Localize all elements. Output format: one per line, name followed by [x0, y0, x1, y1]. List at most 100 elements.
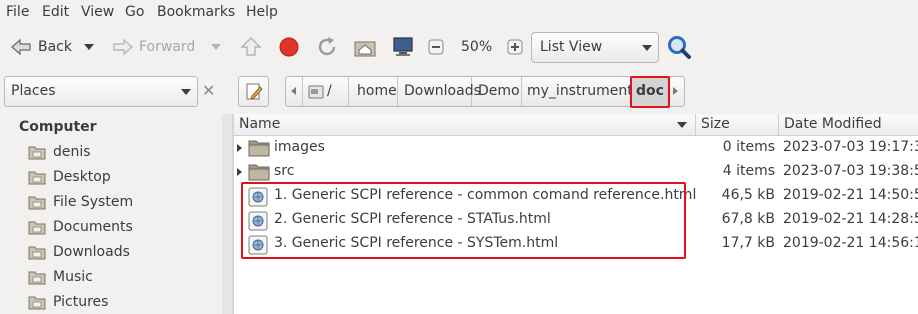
home-button[interactable] — [353, 26, 377, 68]
sidebar-mode-value: Places — [11, 83, 56, 99]
file-name: src — [274, 163, 295, 179]
sidebar-item-pictures[interactable]: Pictures — [28, 291, 108, 313]
breadcrumb-doc[interactable]: doc — [632, 77, 668, 106]
sidebar: Computer denis Desktop File System Document… — [0, 114, 232, 314]
zoom-in-icon — [507, 39, 523, 55]
drive-icon — [28, 196, 46, 210]
file-name: images — [274, 139, 325, 155]
chevron-down-icon — [211, 44, 221, 50]
folder-icon — [248, 140, 270, 157]
file-size: 4 items — [722, 163, 775, 179]
file-date: 2019-02-21 14:56:11 — [783, 235, 918, 251]
file-name: 2. Generic SCPI reference - STATus.html — [274, 211, 551, 227]
column-header-name[interactable]: Name — [234, 114, 696, 136]
column-header-size[interactable]: Size — [696, 114, 779, 136]
sidebar-item-music[interactable]: Music — [28, 266, 93, 288]
back-arrow-icon — [11, 38, 31, 56]
menu-go[interactable]: Go — [125, 4, 144, 20]
pictures-folder-icon — [28, 296, 46, 310]
file-size: 46,5 kB — [721, 187, 775, 203]
sort-descending-icon — [677, 122, 687, 128]
html-file-icon — [248, 211, 268, 231]
file-date: 2023-07-03 19:17:30 — [783, 139, 918, 155]
chevron-down-icon — [642, 45, 652, 51]
toggle-location-entry-button[interactable] — [238, 76, 269, 107]
home-folder-icon — [28, 146, 46, 160]
sidebar-item-label: File System — [53, 194, 134, 210]
stop-button[interactable] — [278, 26, 300, 68]
menubar: File Edit View Go Bookmarks Help — [0, 0, 918, 26]
menu-file[interactable]: File — [6, 4, 29, 20]
menu-view[interactable]: View — [81, 4, 114, 20]
menu-help[interactable]: Help — [246, 4, 278, 20]
file-name: 1. Generic SCPI reference - common coman… — [274, 187, 697, 203]
sidebar-item-label: Downloads — [53, 244, 130, 260]
breadcrumb-home[interactable]: home — [349, 77, 398, 106]
search-button[interactable] — [666, 26, 692, 68]
sidebar-item-label: denis — [53, 144, 91, 160]
zoom-out-button[interactable] — [428, 26, 444, 68]
column-header-date[interactable]: Date Modified — [779, 114, 918, 136]
downloads-folder-icon — [28, 246, 46, 260]
file-size: 0 items — [722, 139, 775, 155]
file-size: 67,8 kB — [721, 211, 775, 227]
table-row[interactable]: 3. Generic SCPI reference - SYSTem.html 1… — [234, 232, 918, 256]
file-name: 3. Generic SCPI reference - SYSTem.html — [274, 235, 559, 251]
edit-pencil-icon — [246, 83, 263, 100]
sidebar-item-documents[interactable]: Documents — [28, 216, 133, 238]
file-date: 2019-02-21 14:50:56 — [783, 187, 918, 203]
table-row[interactable]: 1. Generic SCPI reference - common coman… — [234, 184, 918, 208]
table-row[interactable]: images 0 items 2023-07-03 19:17:30 — [234, 136, 918, 160]
reload-button[interactable] — [315, 26, 339, 68]
chevron-down-icon — [84, 44, 94, 50]
chevron-down-icon — [181, 89, 191, 95]
sidebar-heading-computer: Computer — [19, 119, 97, 135]
expand-arrow-icon[interactable] — [237, 168, 242, 176]
sidebar-item-label: Desktop — [53, 169, 111, 185]
sidebar-item-label: Documents — [53, 219, 133, 235]
table-row[interactable]: src 4 items 2023-07-03 19:38:58 — [234, 160, 918, 184]
documents-folder-icon — [28, 221, 46, 235]
expand-arrow-icon[interactable] — [237, 144, 242, 152]
breadcrumb-my-instrument[interactable]: my_instrument — [522, 77, 633, 106]
file-date: 2023-07-03 19:38:58 — [783, 163, 918, 179]
reload-icon — [318, 37, 336, 56]
breadcrumb-scroll-right[interactable] — [668, 77, 684, 106]
sidebar-item-label: Pictures — [53, 294, 109, 310]
back-button[interactable]: Back — [8, 26, 72, 68]
menu-bookmarks[interactable]: Bookmarks — [157, 4, 235, 20]
sidebar-item-downloads[interactable]: Downloads — [28, 241, 130, 263]
breadcrumb-root[interactable]: / — [303, 77, 349, 106]
sidebar-item-label: Music — [53, 269, 93, 285]
sidebar-item-desktop[interactable]: Desktop — [28, 166, 111, 188]
toolbar: Back Forward 50% — [0, 26, 918, 68]
back-history-dropdown[interactable] — [84, 26, 94, 68]
search-icon — [668, 36, 691, 59]
music-folder-icon — [28, 271, 46, 285]
sidebar-mode-select[interactable]: Places — [4, 76, 198, 107]
folder-icon — [248, 164, 270, 181]
up-button[interactable] — [239, 26, 263, 68]
zoom-in-button[interactable] — [507, 26, 523, 68]
forward-history-dropdown[interactable] — [211, 26, 221, 68]
html-file-icon — [248, 235, 268, 255]
breadcrumb-demo[interactable]: Demo — [472, 77, 522, 106]
sidebar-scrollbar[interactable] — [222, 114, 232, 314]
sidebar-item-file-system[interactable]: File System — [28, 191, 133, 213]
close-sidebar-icon[interactable]: ✕ — [202, 82, 215, 100]
view-mode-value: List View — [540, 39, 603, 55]
drive-icon — [308, 85, 324, 99]
forward-button[interactable]: Forward — [110, 26, 195, 68]
html-file-icon — [248, 187, 268, 207]
computer-button[interactable] — [391, 26, 415, 68]
breadcrumb-downloads[interactable]: Downloads — [398, 77, 481, 106]
stop-icon — [279, 37, 299, 57]
zoom-out-icon — [428, 39, 444, 55]
sidebar-item-denis[interactable]: denis — [28, 141, 91, 163]
breadcrumb-scroll-left[interactable] — [286, 77, 303, 106]
view-mode-select[interactable]: List View — [531, 32, 659, 63]
table-row[interactable]: 2. Generic SCPI reference - STATus.html 6… — [234, 208, 918, 232]
up-icon — [240, 37, 262, 56]
file-size: 17,7 kB — [721, 235, 775, 251]
menu-edit[interactable]: Edit — [42, 4, 69, 20]
